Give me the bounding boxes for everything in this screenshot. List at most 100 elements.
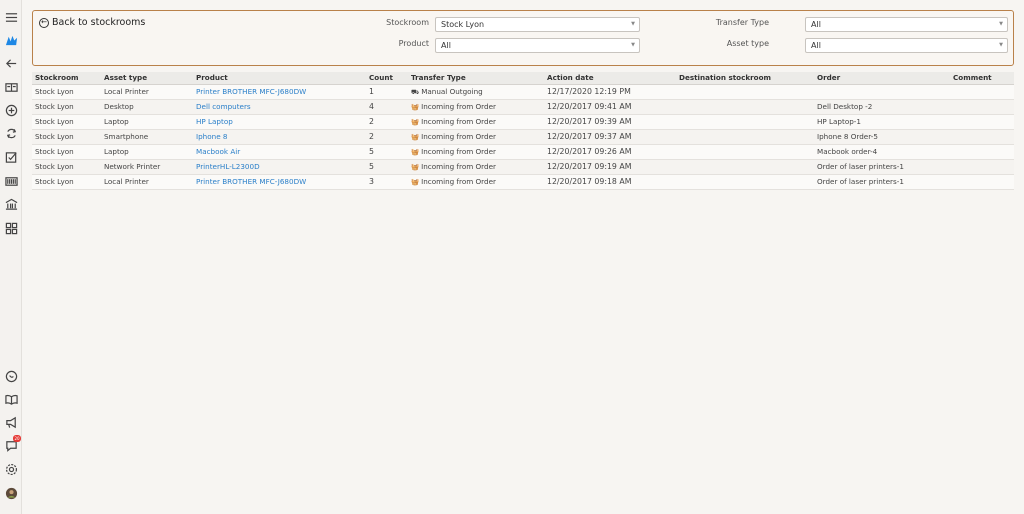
product-link[interactable]: Printer BROTHER MFC-J680DW bbox=[196, 177, 306, 186]
cell-comment bbox=[950, 159, 1014, 175]
cell-comment bbox=[950, 114, 1014, 130]
cell-stockroom: Stock Lyon bbox=[32, 174, 101, 190]
product-select-value: All bbox=[441, 41, 451, 50]
cell-count: 4 bbox=[366, 99, 408, 115]
back-to-stockrooms-link[interactable]: ← Back to stockrooms bbox=[39, 17, 145, 28]
cell-count: 5 bbox=[366, 159, 408, 175]
cell-destination bbox=[676, 144, 814, 160]
id-card-icon[interactable] bbox=[4, 80, 18, 94]
cell-order: HP Laptop-1 bbox=[814, 114, 950, 130]
chevron-down-icon: ▼ bbox=[999, 42, 1003, 48]
cell-comment bbox=[950, 99, 1014, 115]
cell-stockroom: Stock Lyon bbox=[32, 99, 101, 115]
cell-transfer-type: 🧺 Incoming from Order bbox=[408, 144, 544, 160]
stock-transfers-table: Stockroom Asset type Product Count Trans… bbox=[32, 72, 1014, 190]
left-sidebar: 20 bbox=[0, 0, 22, 514]
basket-icon: 🧺 bbox=[411, 163, 420, 171]
chat-icon[interactable] bbox=[4, 369, 18, 383]
settings-icon[interactable] bbox=[4, 462, 18, 476]
product-link[interactable]: PrinterHL-L2300D bbox=[196, 162, 260, 171]
cell-transfer-type: 🧺 Incoming from Order bbox=[408, 174, 544, 190]
cell-count: 2 bbox=[366, 129, 408, 145]
header-destination-stockroom[interactable]: Destination stockroom bbox=[676, 72, 814, 85]
stockroom-select[interactable]: Stock Lyon ▼ bbox=[435, 17, 640, 32]
cell-asset-type: Laptop bbox=[101, 144, 193, 160]
product-select[interactable]: All ▼ bbox=[435, 38, 640, 53]
add-circle-icon[interactable] bbox=[4, 103, 18, 117]
cell-transfer-type: 🧺 Incoming from Order bbox=[408, 114, 544, 130]
cell-order: Iphone 8 Order-5 bbox=[814, 129, 950, 145]
back-link-label: Back to stockrooms bbox=[52, 17, 146, 28]
cell-action-date: 12/20/2017 09:26 AM bbox=[544, 144, 676, 160]
cell-destination bbox=[676, 174, 814, 190]
cell-stockroom: Stock Lyon bbox=[32, 144, 101, 160]
table-row[interactable]: Stock Lyon Local Printer Printer BROTHER… bbox=[32, 174, 1014, 190]
cell-order bbox=[814, 84, 950, 100]
transfer-type-label: Incoming from Order bbox=[421, 102, 496, 111]
header-order[interactable]: Order bbox=[814, 72, 950, 85]
cell-destination bbox=[676, 114, 814, 130]
cell-action-date: 12/20/2017 09:39 AM bbox=[544, 114, 676, 130]
header-comment[interactable]: Comment bbox=[950, 72, 1014, 85]
basket-icon: 🧺 bbox=[411, 133, 420, 141]
cell-comment bbox=[950, 84, 1014, 100]
brand-logo-icon[interactable] bbox=[4, 33, 18, 47]
header-action-date[interactable]: Action date bbox=[544, 72, 676, 85]
cell-stockroom: Stock Lyon bbox=[32, 129, 101, 145]
basket-icon: 🧺 bbox=[411, 178, 420, 186]
product-link[interactable]: HP Laptop bbox=[196, 117, 233, 126]
basket-icon: 🧺 bbox=[411, 118, 420, 126]
cell-asset-type: Desktop bbox=[101, 99, 193, 115]
cell-action-date: 12/20/2017 09:41 AM bbox=[544, 99, 676, 115]
header-asset-type[interactable]: Asset type bbox=[101, 72, 193, 85]
book-icon[interactable] bbox=[4, 392, 18, 406]
table-row[interactable]: Stock Lyon Laptop HP Laptop 2 🧺 Incoming … bbox=[32, 114, 1014, 130]
cell-comment bbox=[950, 144, 1014, 160]
table-row[interactable]: Stock Lyon Network Printer PrinterHL-L23… bbox=[32, 159, 1014, 175]
cell-count: 3 bbox=[366, 174, 408, 190]
cell-asset-type: Laptop bbox=[101, 114, 193, 130]
transfer-type-label: Incoming from Order bbox=[421, 147, 496, 156]
header-transfer-type[interactable]: Transfer Type bbox=[408, 72, 544, 85]
asset-type-select[interactable]: All ▼ bbox=[805, 38, 1008, 53]
megaphone-icon[interactable] bbox=[4, 415, 18, 429]
product-link[interactable]: Macbook Air bbox=[196, 147, 240, 156]
header-product[interactable]: Product bbox=[193, 72, 366, 85]
cell-asset-type: Smartphone bbox=[101, 129, 193, 145]
truck-icon: ⛟ bbox=[411, 87, 420, 96]
cell-transfer-type: 🧺 Incoming from Order bbox=[408, 129, 544, 145]
notifications-icon[interactable]: 20 bbox=[4, 435, 21, 452]
barcode-icon[interactable] bbox=[4, 174, 18, 188]
stockroom-select-value: Stock Lyon bbox=[441, 20, 485, 29]
filter-panel: ← Back to stockrooms Stockroom Stock Lyo… bbox=[32, 10, 1014, 66]
header-stockroom[interactable]: Stockroom bbox=[32, 72, 101, 85]
arrow-left-icon[interactable] bbox=[4, 56, 18, 70]
cell-destination bbox=[676, 84, 814, 100]
transfer-type-label: Incoming from Order bbox=[421, 177, 496, 186]
transfer-type-select-value: All bbox=[811, 20, 821, 29]
bank-icon[interactable] bbox=[4, 197, 18, 211]
table-row[interactable]: Stock Lyon Smartphone Iphone 8 2 🧺 Incomi… bbox=[32, 129, 1014, 145]
basket-icon: 🧺 bbox=[411, 103, 420, 111]
table-row[interactable]: Stock Lyon Local Printer Printer BROTHER… bbox=[32, 84, 1014, 100]
cell-action-date: 12/20/2017 09:18 AM bbox=[544, 174, 676, 190]
transfer-type-label: Incoming from Order bbox=[421, 132, 496, 141]
chevron-down-icon: ▼ bbox=[631, 42, 635, 48]
checkbox-icon[interactable] bbox=[4, 150, 18, 164]
hamburger-menu-icon[interactable] bbox=[4, 10, 18, 24]
cell-transfer-type: 🧺 Incoming from Order bbox=[408, 99, 544, 115]
avatar-icon[interactable] bbox=[4, 486, 18, 500]
table-row[interactable]: Stock Lyon Laptop Macbook Air 5 🧺 Incomin… bbox=[32, 144, 1014, 160]
table-row[interactable]: Stock Lyon Desktop Dell computers 4 🧺 Inc… bbox=[32, 99, 1014, 115]
transfer-type-label: Incoming from Order bbox=[421, 162, 496, 171]
cell-stockroom: Stock Lyon bbox=[32, 114, 101, 130]
product-link[interactable]: Printer BROTHER MFC-J680DW bbox=[196, 87, 306, 96]
apps-grid-icon[interactable] bbox=[4, 221, 18, 235]
sync-icon[interactable] bbox=[4, 126, 18, 140]
header-count[interactable]: Count bbox=[366, 72, 408, 85]
product-link[interactable]: Iphone 8 bbox=[196, 132, 227, 141]
notification-badge: 20 bbox=[13, 435, 21, 442]
transfer-type-select[interactable]: All ▼ bbox=[805, 17, 1008, 32]
product-link[interactable]: Dell computers bbox=[196, 102, 251, 111]
chevron-down-icon: ▼ bbox=[631, 21, 635, 27]
